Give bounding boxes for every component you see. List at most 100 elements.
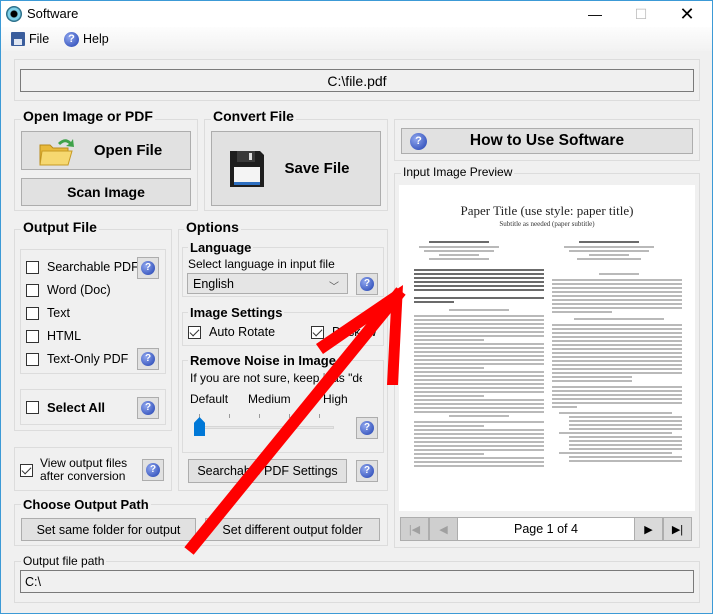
different-folder-button[interactable]: Set different output folder <box>205 518 380 541</box>
view-output-label: View output files after conversion <box>40 457 127 483</box>
noise-help-button[interactable]: ? <box>356 417 378 439</box>
noise-level-default: Default <box>190 392 229 406</box>
input-path-field[interactable]: C:\file.pdf <box>20 69 694 92</box>
title-bar: Software — ☐ ✕ <box>1 1 712 27</box>
doc-text-line <box>552 376 632 378</box>
doc-text-line <box>552 303 682 305</box>
same-folder-button[interactable]: Set same folder for output <box>21 518 196 541</box>
doc-text-line <box>414 395 484 397</box>
language-help-button[interactable]: ? <box>356 273 378 295</box>
doc-text-line <box>414 407 544 409</box>
menu-help[interactable]: ? Help <box>64 30 109 48</box>
doc-text-line <box>569 436 682 438</box>
doc-text-line <box>414 461 544 463</box>
close-button[interactable]: ✕ <box>664 1 710 27</box>
scan-image-button[interactable]: Scan Image <box>21 178 191 206</box>
html-option[interactable]: HTML <box>26 329 81 343</box>
output-file-path-title: Output file path <box>21 554 107 568</box>
output-file-path-field[interactable]: C:\ <box>20 570 694 593</box>
deskew-checkbox[interactable] <box>311 325 324 339</box>
doc-text-line <box>414 347 544 349</box>
doc-text-line <box>569 448 682 450</box>
doc-text-line <box>552 295 682 297</box>
doc-text-line <box>569 424 682 426</box>
text-checkbox[interactable] <box>26 306 39 320</box>
searchable-pdf-checkbox[interactable] <box>26 260 39 274</box>
noise-level-high: High <box>323 392 348 406</box>
open-file-button[interactable]: Open File <box>21 131 191 170</box>
doc-text-line <box>449 309 509 311</box>
menu-help-label: Help <box>83 32 109 46</box>
minimize-button[interactable]: — <box>572 1 618 27</box>
word-doc-checkbox[interactable] <box>26 283 39 297</box>
slider-tick <box>319 414 320 418</box>
text-only-pdf-label: Text-Only PDF <box>47 352 129 366</box>
doc-text-line <box>414 445 544 447</box>
how-to-use-button[interactable]: ? How to Use Software <box>401 128 693 154</box>
doc-text-line <box>414 425 484 427</box>
doc-text-line <box>414 379 544 381</box>
menu-file[interactable]: File <box>11 30 49 48</box>
save-file-button[interactable]: Save File <box>211 131 381 206</box>
help-icon: ? <box>360 277 374 291</box>
output-file-title: Output File <box>21 219 99 235</box>
help-icon: ? <box>64 31 79 47</box>
doc-text-line <box>414 359 544 361</box>
searchable-pdf-settings-button[interactable]: Searchable PDF Settings <box>188 459 347 483</box>
floppy-disk-icon <box>11 32 25 46</box>
doc-text-line <box>414 367 484 369</box>
noise-slider[interactable] <box>190 411 340 437</box>
last-page-button[interactable]: ▶| <box>663 517 692 541</box>
doc-text-line <box>552 356 682 358</box>
doc-text-line <box>414 281 544 283</box>
deskew-option[interactable]: Deskew <box>311 325 376 339</box>
next-page-button[interactable]: ▶ <box>634 517 663 541</box>
searchable-pdf-settings-help-button[interactable]: ? <box>356 460 378 482</box>
noise-level-medium: Medium <box>248 392 291 406</box>
doc-text-line <box>429 258 489 260</box>
text-option[interactable]: Text <box>26 306 70 320</box>
doc-text-line <box>552 360 682 362</box>
doc-text-line <box>414 421 544 423</box>
auto-rotate-checkbox[interactable] <box>188 325 201 339</box>
help-icon: ? <box>146 463 160 477</box>
doc-text-line <box>414 375 544 377</box>
first-page-button[interactable]: |◀ <box>400 517 429 541</box>
view-output-checkbox[interactable] <box>20 463 33 477</box>
doc-text-line <box>414 363 544 365</box>
auto-rotate-option[interactable]: Auto Rotate <box>188 325 275 339</box>
page-navigator: |◀ ◀ Page 1 of 4 ▶ ▶| <box>400 517 692 541</box>
doc-text-line <box>414 331 544 333</box>
word-doc-option[interactable]: Word (Doc) <box>26 283 111 297</box>
text-only-pdf-option[interactable]: Text-Only PDF <box>26 352 128 366</box>
language-dropdown[interactable]: English ﹀ <box>187 273 348 294</box>
view-output-help-button[interactable]: ? <box>142 459 164 481</box>
doc-text-line <box>414 387 544 389</box>
preview-document: Paper Title (use style: paper title) Sub… <box>399 185 695 511</box>
slider-thumb[interactable] <box>194 417 205 436</box>
doc-text-line <box>414 273 544 275</box>
help-icon: ? <box>360 421 374 435</box>
doc-text-line <box>552 336 682 338</box>
searchable-pdf-help-button[interactable]: ? <box>137 257 159 279</box>
save-floppy-icon <box>230 151 264 187</box>
doc-text-line <box>414 371 544 373</box>
doc-text-line <box>414 289 544 291</box>
doc-subtitle: Subtitle as needed (paper subtitle) <box>499 220 595 228</box>
doc-text-line <box>414 339 484 341</box>
window-title: Software <box>27 6 79 21</box>
select-all-help-button[interactable]: ? <box>137 397 159 419</box>
doc-text-line <box>552 299 682 301</box>
doc-text-line <box>552 307 682 309</box>
text-only-pdf-help-button[interactable]: ? <box>137 348 159 370</box>
text-only-pdf-checkbox[interactable] <box>26 352 39 366</box>
view-output-option[interactable]: View output files after conversion <box>20 457 127 483</box>
menu-bar: File ? Help <box>1 27 712 51</box>
select-all-checkbox[interactable] <box>26 401 39 414</box>
html-checkbox[interactable] <box>26 329 39 343</box>
maximize-button[interactable]: ☐ <box>618 1 664 27</box>
searchable-pdf-option[interactable]: Searchable PDF <box>26 260 139 274</box>
doc-text-line <box>552 406 577 408</box>
prev-page-button[interactable]: ◀ <box>429 517 458 541</box>
select-all-option[interactable]: Select All <box>26 400 105 415</box>
